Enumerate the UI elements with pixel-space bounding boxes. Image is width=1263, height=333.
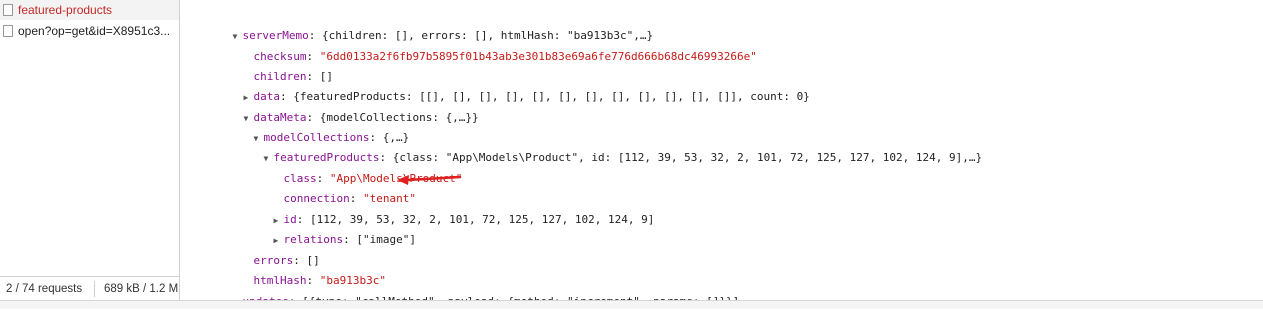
tree-node-relations[interactable]: ▶ relations: ["image"]	[247, 210, 416, 246]
tree-node-checksum: checksum: "6dd0133a2f6fb97b5895f01b43ab3…	[253, 50, 757, 63]
request-name: featured-products	[18, 3, 113, 17]
tree-node-children: children: []	[253, 70, 333, 83]
transfer-size: 689 kB / 1.2 M	[104, 283, 179, 295]
tree-node-connection: connection: "tenant"	[283, 192, 416, 205]
tree-node-id[interactable]: ▶ id: [112, 39, 53, 32, 2, 101, 72, 125, …	[247, 190, 655, 226]
response-preview-panel: ▼ serverMemo: {children: [], errors: [], …	[180, 0, 1263, 308]
status-divider	[94, 281, 95, 297]
bottom-scrollbar[interactable]	[0, 300, 1263, 309]
tree-node-htmlHash: htmlHash: "ba913b3c"	[253, 274, 386, 287]
request-checkbox[interactable]	[3, 25, 13, 37]
tree-node-updates[interactable]: ▶updates: [{type: "callMethod", payload:…	[206, 272, 740, 308]
tree-node-modelCollections[interactable]: ▼ modelCollections: {,…}	[227, 108, 410, 144]
request-checkbox[interactable]	[3, 4, 13, 16]
tree-node-dataMeta[interactable]: ▼ dataMeta: {modelCollections: {,…}}	[217, 88, 479, 124]
tree-node-data[interactable]: ▶ data: {featuredProducts: [[], [], [], […	[217, 67, 810, 103]
status-bar: 2 / 74 requests 689 kB / 1.2 M	[0, 276, 179, 301]
tree-node-errors: errors: []	[253, 254, 320, 267]
request-row-open[interactable]: open?op=get&id=X8951c3...	[0, 21, 179, 41]
request-name: open?op=get&id=X8951c3...	[18, 24, 171, 38]
tree-node-serverMemo[interactable]: ▼ serverMemo: {children: [], errors: [], …	[206, 6, 654, 42]
request-list-panel: featured-products open?op=get&id=X8951c3…	[0, 0, 180, 309]
tree-node-class: class: "App\Models\Product"	[283, 172, 463, 185]
request-count: 2 / 74 requests	[6, 283, 83, 295]
tree-node-featuredProducts[interactable]: ▼ featuredProducts: {class: "App\Models\P…	[237, 128, 983, 164]
request-row-featured-products[interactable]: featured-products	[0, 0, 179, 20]
red-arrow-annotation	[397, 175, 462, 185]
